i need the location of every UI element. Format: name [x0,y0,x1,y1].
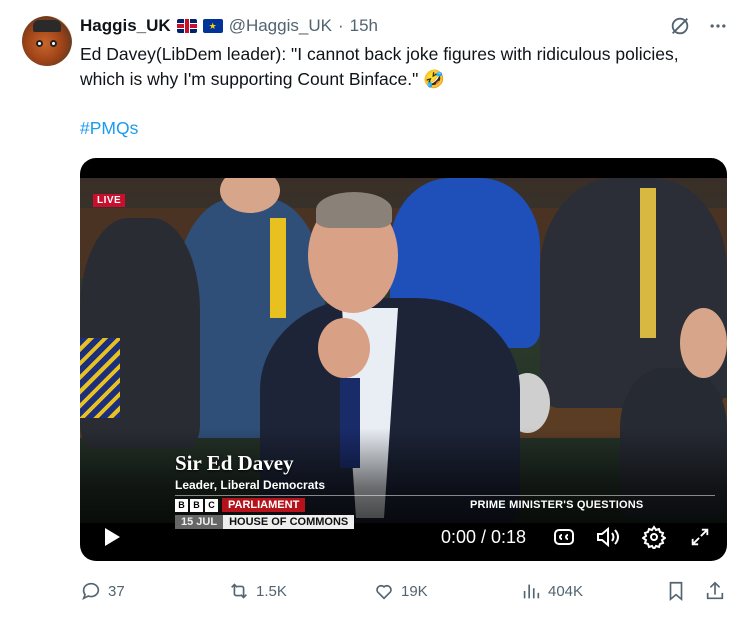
repost-icon [231,583,247,599]
live-badge: LIVE [93,194,126,207]
programme-title: PRIME MINISTER'S QUESTIONS [470,499,644,511]
gold-tie [640,188,656,338]
captions-icon[interactable] [551,524,577,550]
eu-flag-icon: ★ [202,19,223,33]
avatar-hat [33,20,61,32]
view-count: 404K [548,582,584,600]
channel-name: PARLIAMENT [222,498,306,512]
repost-count: 1.5K [256,582,287,600]
yellow-tie [270,218,286,318]
views-button[interactable]: 404K [520,576,583,606]
reply-icon [82,582,100,601]
hashtag-link[interactable]: #PMQs [80,118,138,139]
tweet-text: Ed Davey(LibDem leader): "I cannot back … [80,44,679,89]
bbc-letter: C [205,498,218,512]
bbc-letter: B [175,498,188,512]
grok-icon[interactable] [668,14,692,38]
video-timecode: 0:00 / 0:18 [441,527,527,547]
gear-icon[interactable] [641,524,667,550]
heart-icon [376,584,392,600]
views-icon [523,584,540,599]
avatar-eye-right [50,40,57,47]
tweet-header: Haggis_UK ★ @Haggis_UK · 15h [80,15,378,37]
caption-divider [175,495,715,496]
play-icon[interactable] [100,525,124,549]
share-icon [706,581,724,600]
reply-count: 37 [108,582,125,600]
bbc-letter: B [190,498,203,512]
volume-icon[interactable] [595,524,621,550]
timestamp[interactable]: 15h [350,16,378,36]
avatar-eye-left [36,40,43,47]
uk-flag-icon [176,19,197,33]
fullscreen-icon[interactable] [687,524,713,550]
video-controls: 0:00 / 0:18 [80,513,727,561]
tweet-top-icons [668,14,730,38]
like-count: 19K [401,582,428,600]
bookmark-icon [669,581,683,602]
repost-button[interactable]: 1.5K [228,576,287,606]
person-bottom-right-head [680,308,727,378]
speaker-hair [316,192,392,228]
like-button[interactable]: 19K [373,576,428,606]
bbc-parliament-logo: B B C PARLIAMENT [175,497,306,513]
video-player[interactable]: LIVE Sir Ed Davey Leader, Liberal Democr… [80,158,727,561]
separator: · [337,16,344,35]
caption-role: Leader, Liberal Democrats [175,478,326,492]
handle[interactable]: @Haggis_UK [229,16,332,36]
speaker-hand [318,318,370,378]
tweet-actions: 37 1.5K 19K 404K [80,576,730,606]
caption-name: Sir Ed Davey [175,451,294,475]
display-name[interactable]: Haggis_UK [80,16,171,36]
share-button[interactable] [704,576,726,606]
striped-tie [80,338,120,418]
reply-button[interactable]: 37 [80,576,125,606]
bookmark-button[interactable] [665,576,687,606]
more-icon[interactable] [706,14,730,38]
avatar[interactable] [22,16,72,66]
